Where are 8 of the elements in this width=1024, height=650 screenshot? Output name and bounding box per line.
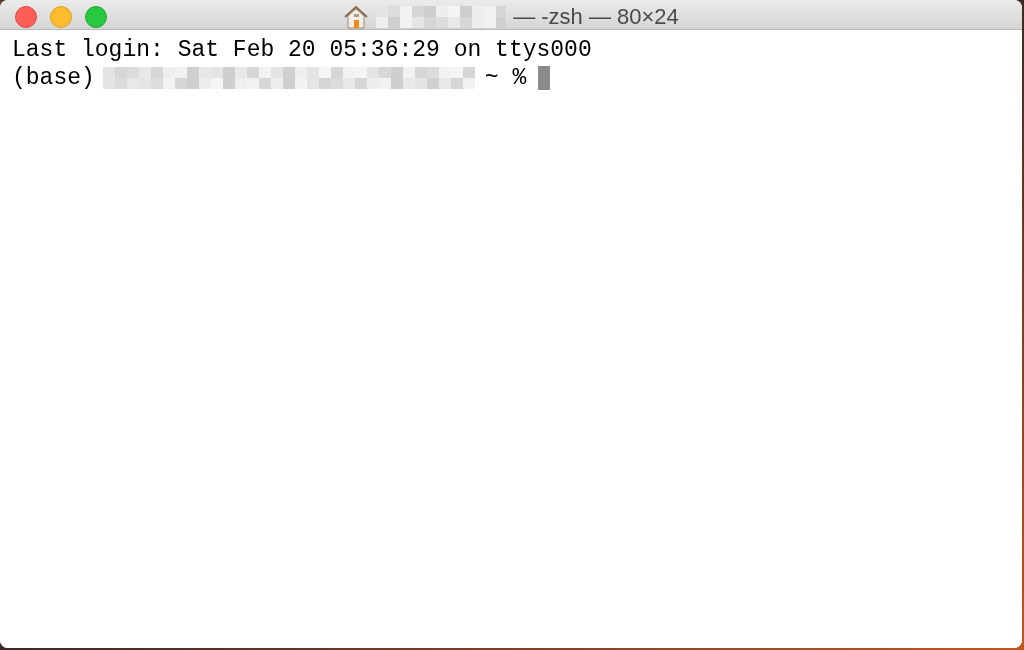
close-button[interactable] bbox=[15, 5, 37, 28]
terminal-line: Last login: Sat Feb 20 05:36:29 on ttys000 bbox=[12, 36, 592, 64]
house-icon bbox=[343, 4, 370, 29]
prompt-symbol: ~ % bbox=[484, 64, 527, 92]
zoom-button[interactable] bbox=[85, 5, 107, 28]
prompt-prefix: (base) bbox=[12, 64, 95, 92]
window-title: — -zsh — 80×24 bbox=[513, 3, 679, 31]
minimize-button[interactable] bbox=[50, 5, 72, 28]
